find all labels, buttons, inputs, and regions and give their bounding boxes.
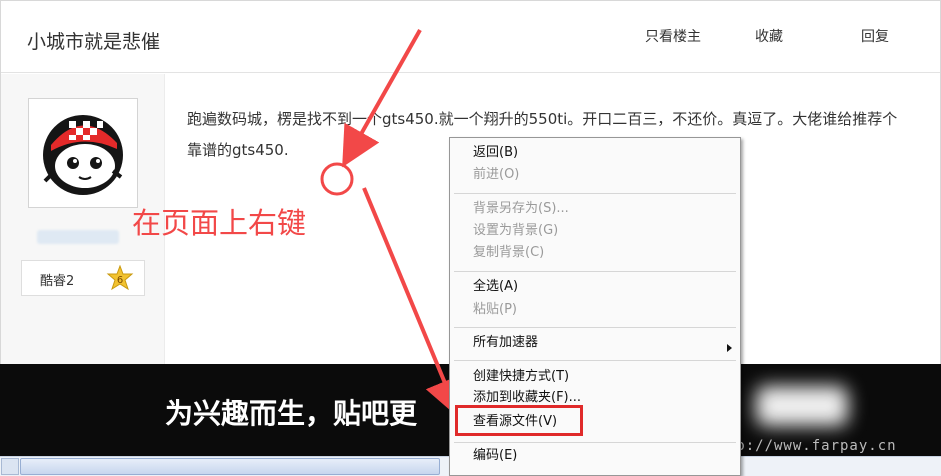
menu-item-select-all[interactable]: 全选(A) <box>473 277 518 297</box>
menu-item-save-background[interactable]: 背景另存为(S)... <box>473 199 569 219</box>
annotation-label: 在页面上右键 <box>132 206 307 240</box>
menu-separator <box>454 360 736 361</box>
avatar[interactable] <box>28 98 138 208</box>
context-menu: 返回(B) 前进(O) 背景另存为(S)... 设置为背景(G) 复制背景(C)… <box>449 137 741 476</box>
level-number: 6 <box>117 275 123 286</box>
favorite-button[interactable]: 收藏 <box>755 26 783 46</box>
banner-slogan: 为兴趣而生，贴吧更 <box>165 397 418 430</box>
avatar-cartoon-icon <box>43 115 123 195</box>
menu-item-copy-background[interactable]: 复制背景(C) <box>473 243 544 263</box>
level-badge-box[interactable]: 酷睿2 6 <box>21 260 145 296</box>
menu-separator <box>454 327 736 328</box>
menu-item-back[interactable]: 返回(B) <box>473 143 518 163</box>
menu-item-accelerators[interactable]: 所有加速器 <box>473 333 538 353</box>
menu-separator <box>454 271 736 272</box>
menu-separator <box>454 193 736 194</box>
author-name-blurred[interactable] <box>37 230 119 244</box>
menu-item-paste[interactable]: 粘贴(P) <box>473 300 517 320</box>
banner-glare <box>756 386 848 426</box>
scroll-thumb[interactable] <box>20 458 440 475</box>
only-op-button[interactable]: 只看楼主 <box>645 26 701 46</box>
menu-separator <box>454 442 736 443</box>
menu-item-set-background[interactable]: 设置为背景(G) <box>473 221 558 241</box>
level-star-icon: 6 <box>106 265 134 291</box>
reply-button[interactable]: 回复 <box>861 26 889 46</box>
menu-item-encoding[interactable]: 编码(E) <box>473 446 517 466</box>
thread-header: 小城市就是悲催 只看楼主 收藏 回复 <box>1 1 940 73</box>
menu-item-create-shortcut[interactable]: 创建快捷方式(T) <box>473 367 569 387</box>
view-source-highlight <box>455 405 583 436</box>
menu-item-forward[interactable]: 前进(O) <box>473 165 519 185</box>
submenu-arrow-icon <box>727 344 732 352</box>
level-name: 酷睿2 <box>40 274 75 289</box>
thread-title: 小城市就是悲催 <box>27 31 161 53</box>
scroll-left-button[interactable] <box>1 458 19 475</box>
